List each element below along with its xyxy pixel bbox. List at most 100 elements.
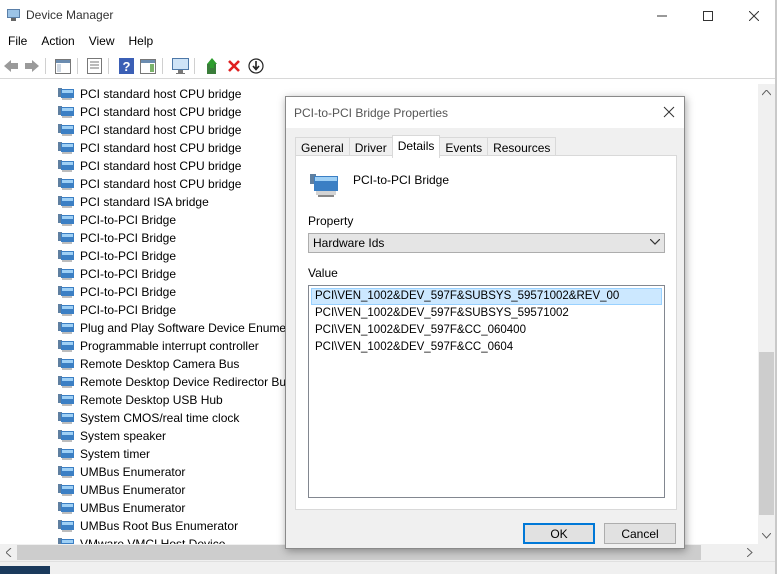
uninstall-device-button[interactable] xyxy=(225,57,243,75)
tree-item[interactable]: PCI-to-PCI Bridge xyxy=(58,247,176,265)
tree-item[interactable]: Programmable interrupt controller xyxy=(58,337,259,355)
menu-action[interactable]: Action xyxy=(34,31,81,53)
tree-item[interactable]: PCI-to-PCI Bridge xyxy=(58,265,176,283)
menu-help[interactable]: Help xyxy=(122,31,161,53)
tree-item[interactable]: PCI-to-PCI Bridge xyxy=(58,229,176,247)
tab-details[interactable]: Details xyxy=(391,135,441,158)
tree-item[interactable]: Remote Desktop Camera Bus xyxy=(58,355,239,373)
tree-item[interactable]: PCI-to-PCI Bridge xyxy=(58,301,176,319)
update-driver-icon xyxy=(206,58,217,74)
tree-item-label: PCI standard host CPU bridge xyxy=(80,123,242,137)
scan-hardware-button[interactable] xyxy=(171,57,189,75)
tree-item-label: PCI-to-PCI Bridge xyxy=(80,231,177,245)
details-tab-panel: PCI-to-PCI Bridge Property Hardware Ids … xyxy=(295,155,677,510)
tree-item-label: Plug and Play Software Device Enumera xyxy=(80,321,297,335)
minimize-button[interactable] xyxy=(639,0,685,31)
cancel-button[interactable]: Cancel xyxy=(604,523,676,544)
tree-item[interactable]: PCI standard host CPU bridge xyxy=(58,121,241,139)
tree-item-label: System speaker xyxy=(80,429,167,443)
tree-item[interactable]: PCI standard host CPU bridge xyxy=(58,139,241,157)
forward-icon xyxy=(25,60,39,72)
menu-file[interactable]: File xyxy=(1,31,34,53)
tree-item[interactable]: PCI-to-PCI Bridge xyxy=(58,211,176,229)
tree-item[interactable]: UMBus Enumerator xyxy=(58,463,185,481)
list-item[interactable]: PCI\VEN_1002&DEV_597F&SUBSYS_59571002 xyxy=(311,305,662,322)
tree-item[interactable]: PCI standard ISA bridge xyxy=(58,193,209,211)
help-button[interactable]: ? xyxy=(117,57,135,75)
update-driver-button[interactable] xyxy=(203,57,221,75)
tree-item[interactable]: VMware VMCI Host Device xyxy=(58,535,225,544)
properties-dialog: PCI-to-PCI Bridge Properties General Dri… xyxy=(285,96,685,549)
tree-item-label: VMware VMCI Host Device xyxy=(80,537,226,544)
system-device-icon xyxy=(58,466,74,478)
tab-resources[interactable]: Resources xyxy=(487,137,557,157)
dialog-tabs: General Driver Details Events Resources xyxy=(295,135,557,158)
scroll-down-arrow-icon[interactable] xyxy=(758,527,775,544)
title-bar: Device Manager xyxy=(0,0,777,31)
property-select[interactable]: Hardware Ids xyxy=(308,233,665,253)
list-item[interactable]: PCI\VEN_1002&DEV_597F&CC_060400 xyxy=(311,322,662,339)
toolbar-separator xyxy=(162,58,163,74)
properties-button[interactable] xyxy=(85,57,103,75)
tree-item[interactable]: System CMOS/real time clock xyxy=(58,409,239,427)
maximize-button[interactable] xyxy=(685,0,731,31)
tree-item-label: PCI-to-PCI Bridge xyxy=(80,267,177,281)
properties-icon xyxy=(86,58,102,74)
back-button[interactable] xyxy=(2,57,20,75)
tree-item-label: PCI-to-PCI Bridge xyxy=(80,285,177,299)
list-item[interactable]: PCI\VEN_1002&DEV_597F&SUBSYS_59571002&RE… xyxy=(311,288,662,305)
system-device-icon xyxy=(58,160,74,172)
tree-item[interactable]: PCI standard host CPU bridge xyxy=(58,175,241,193)
disable-device-icon xyxy=(248,58,264,74)
disable-device-button[interactable] xyxy=(247,57,265,75)
close-button[interactable] xyxy=(731,0,777,31)
toolbar-separator xyxy=(108,58,109,74)
scroll-right-arrow-icon[interactable] xyxy=(741,544,758,561)
value-listbox[interactable]: PCI\VEN_1002&DEV_597F&SUBSYS_59571002&RE… xyxy=(308,285,665,498)
tree-item[interactable]: PCI standard host CPU bridge xyxy=(58,157,241,175)
list-item[interactable]: PCI\VEN_1002&DEV_597F&CC_0604 xyxy=(311,339,662,356)
uninstall-icon xyxy=(228,60,240,72)
tree-item[interactable]: PCI standard host CPU bridge xyxy=(58,103,241,121)
dialog-title: PCI-to-PCI Bridge Properties xyxy=(294,106,449,120)
ok-button[interactable]: OK xyxy=(523,523,595,544)
tree-item-label: Remote Desktop Camera Bus xyxy=(80,357,240,371)
tree-item-label: UMBus Enumerator xyxy=(80,465,186,479)
tab-general[interactable]: General xyxy=(295,137,350,157)
svg-text:?: ? xyxy=(122,59,130,74)
tree-item[interactable]: System speaker xyxy=(58,427,166,445)
scroll-left-arrow-icon[interactable] xyxy=(0,544,17,561)
tree-item[interactable]: UMBus Enumerator xyxy=(58,499,185,517)
vertical-scroll-thumb[interactable] xyxy=(759,352,774,515)
tree-item[interactable]: PCI standard host CPU bridge xyxy=(58,85,241,103)
system-device-icon xyxy=(58,232,74,244)
vertical-scrollbar[interactable] xyxy=(758,84,775,544)
toolbar: ? xyxy=(0,53,777,79)
tree-item[interactable]: UMBus Enumerator xyxy=(58,481,185,499)
tree-item[interactable]: Remote Desktop USB Hub xyxy=(58,391,223,409)
minimize-icon xyxy=(657,15,667,16)
system-device-icon xyxy=(58,106,74,118)
tree-item[interactable]: PCI-to-PCI Bridge xyxy=(58,283,176,301)
tree-item-label: PCI standard host CPU bridge xyxy=(80,177,242,191)
system-device-icon xyxy=(58,322,74,334)
action-pane-button[interactable] xyxy=(139,57,157,75)
taskbar-fragment xyxy=(0,566,50,574)
tree-item[interactable]: System timer xyxy=(58,445,150,463)
system-device-icon xyxy=(58,412,74,424)
tab-driver[interactable]: Driver xyxy=(348,137,393,157)
dialog-close-icon[interactable] xyxy=(662,105,676,119)
window-title: Device Manager xyxy=(26,8,114,22)
tree-item[interactable]: Plug and Play Software Device Enumera xyxy=(58,319,297,337)
tree-item[interactable]: Remote Desktop Device Redirector Bus xyxy=(58,373,292,391)
menu-view[interactable]: View xyxy=(82,31,122,53)
back-icon xyxy=(4,60,18,72)
forward-button[interactable] xyxy=(23,57,41,75)
tree-item[interactable]: UMBus Root Bus Enumerator xyxy=(58,517,238,535)
scroll-up-arrow-icon[interactable] xyxy=(758,84,775,101)
system-device-icon xyxy=(58,340,74,352)
show-hide-console-tree-button[interactable] xyxy=(54,57,72,75)
system-device-icon xyxy=(58,178,74,190)
tree-item-label: PCI-to-PCI Bridge xyxy=(80,249,177,263)
tab-events[interactable]: Events xyxy=(439,137,489,157)
